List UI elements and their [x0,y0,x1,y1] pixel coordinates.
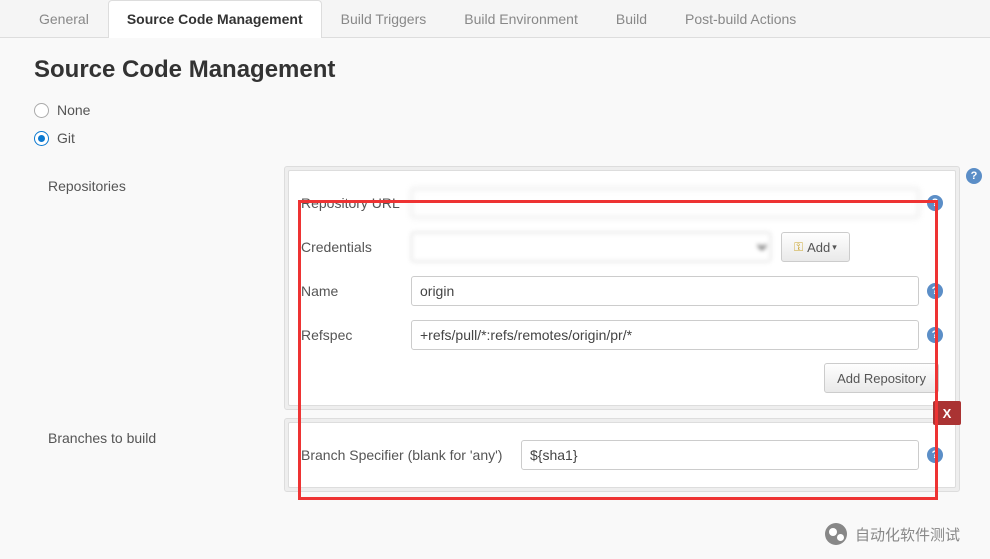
section-label-repositories: Repositories [48,166,284,194]
field-credentials: Credentials ⚿ Add ▾ [301,225,943,269]
help-icon[interactable]: ? [927,447,943,463]
section-repositories: Repositories ? Repository URL ? Credenti… [48,166,960,410]
label-credentials: Credentials [301,239,411,255]
scm-option-none[interactable]: None [34,96,990,124]
label-repo-url: Repository URL [301,195,411,211]
tab-scm[interactable]: Source Code Management [108,0,322,38]
input-name[interactable] [411,276,919,306]
label-branch-specifier: Branch Specifier (blank for 'any') [301,447,521,463]
watermark: 自动化软件测试 [825,523,960,545]
input-branch-specifier[interactable] [521,440,919,470]
field-repo-url: Repository URL ? [301,181,943,225]
select-credentials[interactable] [411,232,771,262]
repositories-panel: Repository URL ? Credentials ⚿ Add ▾ [284,166,960,410]
section-branches: Branches to build X Branch Specifier (bl… [48,418,960,492]
radio-label: None [57,102,90,118]
chevron-down-icon: ▾ [832,242,837,253]
tab-build[interactable]: Build [597,0,666,37]
radio-icon [34,103,49,118]
radio-label: Git [57,130,75,146]
input-repo-url[interactable] [411,188,919,218]
field-branch-specifier: Branch Specifier (blank for 'any') ? [301,433,943,477]
delete-branch-button[interactable]: X [933,401,961,425]
tab-build-triggers[interactable]: Build Triggers [322,0,446,37]
wechat-icon [825,523,847,545]
config-tabs: General Source Code Management Build Tri… [0,0,990,38]
branches-panel: X Branch Specifier (blank for 'any') ? [284,418,960,492]
scm-radio-group: None Git [0,96,990,160]
page-title: Source Code Management [0,38,990,96]
tab-build-environment[interactable]: Build Environment [445,0,597,37]
input-refspec[interactable] [411,320,919,350]
tab-post-build[interactable]: Post-build Actions [666,0,815,37]
add-credentials-button[interactable]: ⚿ Add ▾ [781,232,850,262]
btn-label: Add [807,240,830,255]
tab-general[interactable]: General [20,0,108,37]
radio-icon-checked [34,131,49,146]
key-icon: ⚿ [794,240,803,255]
section-label-branches: Branches to build [48,418,284,446]
label-name: Name [301,283,411,299]
field-name: Name ? [301,269,943,313]
help-icon[interactable]: ? [927,283,943,299]
watermark-text: 自动化软件测试 [855,524,960,545]
label-refspec: Refspec [301,327,411,343]
add-repository-button[interactable]: Add Repository [824,363,939,393]
help-icon[interactable]: ? [927,195,943,211]
help-icon[interactable]: ? [966,168,982,184]
help-icon[interactable]: ? [927,327,943,343]
scm-option-git[interactable]: Git [34,124,990,152]
field-refspec: Refspec ? [301,313,943,357]
